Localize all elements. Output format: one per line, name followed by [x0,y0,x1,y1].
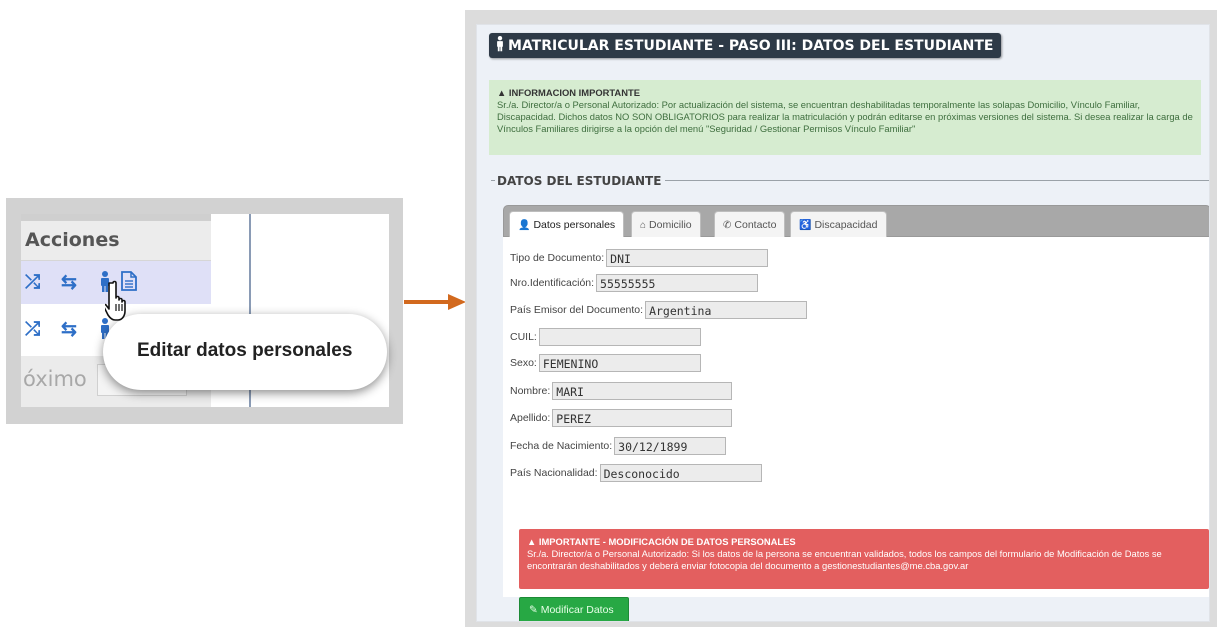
warning-alert: ▲ IMPORTANTE - MODIFICACIÓN DE DATOS PER… [519,529,1209,589]
user-icon: 👤 [518,220,531,231]
section-title: DATOS DEL ESTUDIANTE [495,174,666,188]
retweet-icon[interactable]: ⇆ [61,273,77,293]
tipo-documento-field[interactable]: DNI [606,249,769,267]
tab-label: Contacto [734,219,777,231]
modificar-datos-button[interactable]: ✎ Modificar Datos [519,597,629,621]
field-fecha-nacimiento: Fecha de Nacimiento: 30/12/1899 [510,437,727,455]
tab-discapacidad[interactable]: ♿ Discapacidad [790,211,887,238]
field-sexo: Sexo: FEMENINO [510,354,701,372]
info-heading: INFORMACION IMPORTANTE [508,87,640,98]
main-panel: MATRICULAR ESTUDIANTE - PASO III: DATOS … [476,24,1210,622]
field-pais-emisor: País Emisor del Documento: Argentina [510,301,808,319]
screenshot-frame: MATRICULAR ESTUDIANTE - PASO III: DATOS … [465,10,1217,627]
tab-label: Discapacidad [814,219,878,231]
field-tipo-documento: Tipo de Documento: DNI [510,249,769,267]
person-icon [495,35,505,56]
field-label: Fecha de Nacimiento: [510,440,613,452]
nombre-field[interactable]: MARI [552,382,733,400]
zoom-inset: Acciones ⤮ ⇆ ⤮ ⇆ óximo [6,198,403,424]
tab-contacto[interactable]: ✆ Contacto [714,211,786,238]
pais-nacionalidad-field[interactable]: Desconocido [599,464,762,482]
acciones-header: Acciones [21,221,211,261]
arrow-right-icon [404,293,466,316]
inset-top-strip [21,214,211,221]
retweet-icon[interactable]: ⇆ [61,320,77,340]
form-area: Tipo de Documento: DNI Nro.Identificació… [503,237,1209,621]
field-pais-nacionalidad: País Nacionalidad: Desconocido [510,464,762,482]
page-title: MATRICULAR ESTUDIANTE - PASO III: DATOS … [489,33,1002,58]
field-label: CUIL: [510,331,537,343]
field-label: Nro.Identificación: [510,277,595,289]
sexo-field[interactable]: FEMENINO [538,354,701,372]
field-label: País Emisor del Documento: [510,304,644,316]
field-label: Apellido: [510,412,551,424]
warning-icon: ▲ [497,87,509,98]
shuffle-icon[interactable]: ⤮ [25,320,40,340]
tab-bar: 👤 Datos personales ⌂ Domicilio ✆ Contacto ♿… [503,205,1209,239]
pais-emisor-field[interactable]: Argentina [645,301,808,319]
pointer-hand-icon [102,280,135,327]
field-nro-identificacion: Nro.Identificación: 55555555 [510,274,759,292]
field-nombre: Nombre: MARI [510,382,733,400]
fecha-nacimiento-field[interactable]: 30/12/1899 [614,437,727,455]
tab-domicilio[interactable]: ⌂ Domicilio [631,211,701,238]
nro-identificacion-field[interactable]: 55555555 [596,274,759,292]
warning-heading: IMPORTANTE - MODIFICACIÓN DE DATOS PERSO… [538,536,796,547]
acciones-header-label: Acciones [25,229,120,251]
shuffle-icon[interactable]: ⤮ [25,273,40,293]
info-text: Sr./a. Director/a o Personal Autorizado:… [497,99,1193,134]
page-title-text: MATRICULAR ESTUDIANTE - PASO III: DATOS … [508,37,994,54]
tab-label: Domicilio [649,219,692,231]
field-cuil: CUIL: [510,328,701,346]
tab-label: Datos personales [533,219,616,231]
tab-datos-personales[interactable]: 👤 Datos personales [509,211,625,239]
field-label: Tipo de Documento: [510,252,605,264]
pager-next-label[interactable]: óximo [23,367,87,391]
field-label: Nombre: [510,385,551,397]
warning-text: Sr./a. Director/a o Personal Autorizado:… [527,548,1162,571]
button-label: Modificar Datos [540,604,614,616]
edit-icon: ✎ [529,604,541,616]
wheelchair-icon: ♿ [799,220,812,231]
tooltip-text: Editar datos personales [137,340,353,361]
apellido-field[interactable]: PEREZ [552,409,733,427]
field-label: Sexo: [510,357,537,369]
phone-icon: ✆ [723,220,732,231]
field-label: País Nacionalidad: [510,467,598,479]
tooltip: Editar datos personales [103,314,387,390]
field-apellido: Apellido: PEREZ [510,409,733,427]
info-alert: ▲ INFORMACION IMPORTANTE Sr./a. Director… [489,80,1201,155]
warning-icon: ▲ [527,536,539,547]
cuil-field[interactable] [538,328,701,346]
home-icon: ⌂ [640,220,647,231]
